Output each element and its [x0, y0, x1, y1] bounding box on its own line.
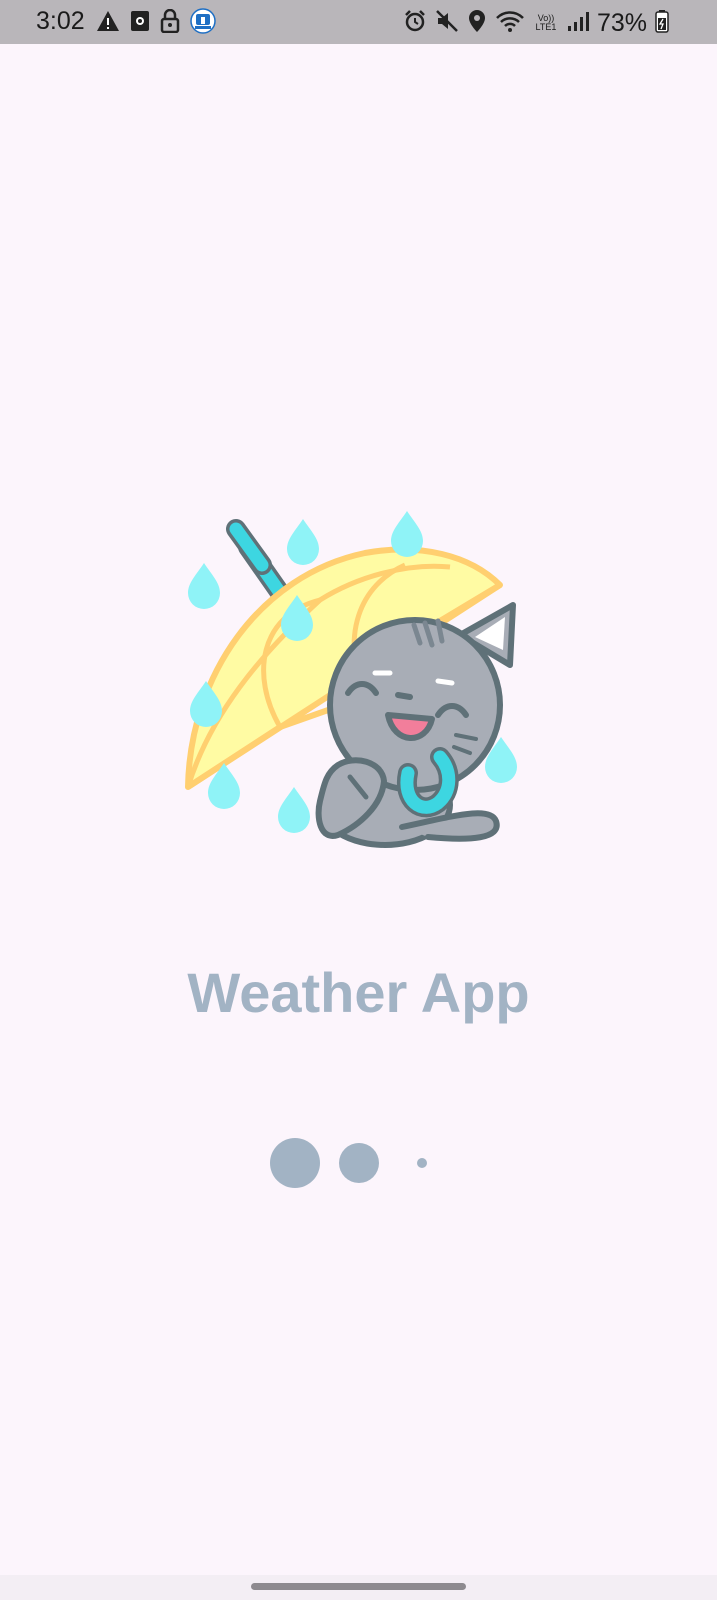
status-bar: 3:02 Vo)) LTE1 73% — [0, 0, 717, 44]
wifi-icon — [495, 9, 525, 38]
app-notification-icon — [190, 7, 216, 39]
home-gesture-handle[interactable] — [251, 1583, 466, 1590]
mute-icon — [435, 9, 459, 38]
app-title: Weather App — [187, 961, 530, 1024]
battery-percent: 73% — [596, 8, 647, 37]
cat-umbrella-illustration — [170, 505, 550, 865]
screen-record-icon — [130, 10, 150, 37]
location-icon — [467, 9, 487, 38]
status-icons-left — [96, 7, 216, 39]
loading-dot-large — [270, 1138, 320, 1188]
loading-dot-medium — [339, 1143, 379, 1183]
loading-dot-small — [417, 1158, 427, 1168]
lock-icon — [160, 8, 180, 38]
alarm-icon — [403, 9, 427, 38]
warning-icon — [96, 10, 120, 37]
status-icons-right: Vo)) LTE1 73% — [403, 8, 669, 38]
battery-icon — [655, 9, 669, 38]
signal-icon — [567, 10, 589, 37]
network-label: Vo)) LTE1 — [535, 13, 557, 32]
loading-indicator — [0, 1138, 717, 1188]
status-time: 3:02 — [36, 7, 85, 35]
